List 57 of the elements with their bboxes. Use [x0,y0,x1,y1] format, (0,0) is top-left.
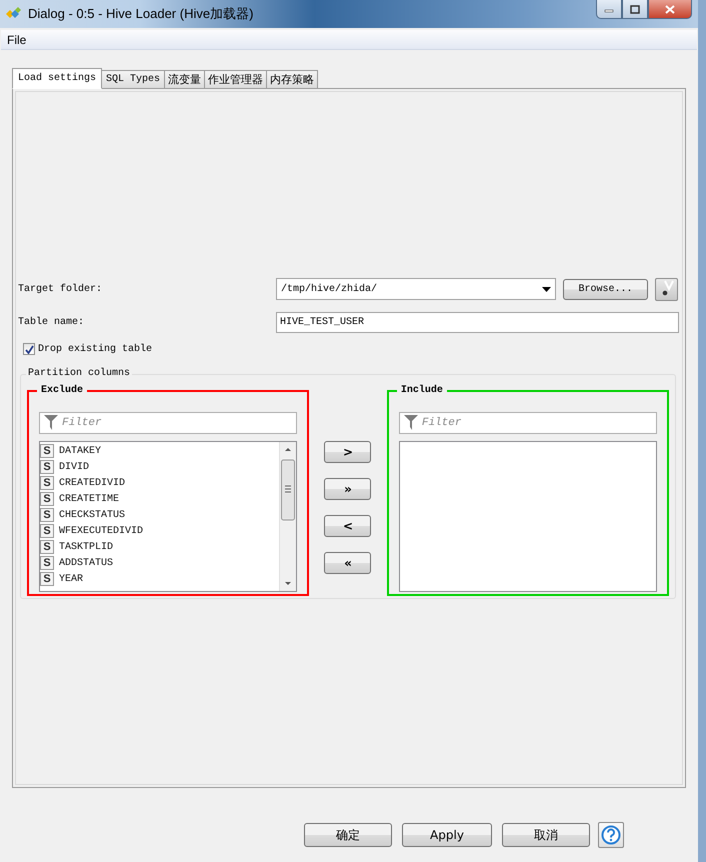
column-list[interactable]: S DATAKEY S DIVID S CREATEDIVID S CREATETIME S CHECKSTATUS S WFEXECUTEDIVID S TASKTPLID S ADDSTATUS S YEAR [39,441,298,592]
filter-field[interactable]: Filter [39,412,298,434]
checkbox[interactable] [23,343,35,355]
string-type-icon: S [40,540,54,554]
move-button[interactable]: > [324,441,372,463]
column-name[interactable]: YEAR [59,574,84,584]
filter-icon [404,415,418,430]
column-name[interactable]: DIVID [59,462,90,472]
dialog-button[interactable]: 确定 [304,823,392,847]
browse-button[interactable]: Browse... [563,278,648,300]
column-name[interactable]: TASKTPLID [59,542,114,552]
move-button[interactable]: « [324,552,372,574]
column-name[interactable]: CREATEDIVID [59,478,126,488]
help-icon [601,825,621,845]
column-name[interactable]: ADDSTATUS [59,558,114,568]
move-button[interactable]: < [324,515,372,537]
string-type-icon: S [40,524,54,538]
column-name[interactable]: DATAKEY [59,446,102,456]
filter-field[interactable]: Filter [398,412,657,434]
tab[interactable]: 流变量 [164,70,206,88]
variable-icon [662,280,676,296]
tab[interactable]: SQL Types [101,70,166,88]
app-icon [6,7,22,21]
table-name-field[interactable]: HIVE_TEST_USER [276,312,679,332]
column-name[interactable]: CREATETIME [59,494,120,504]
close-icon [665,4,675,14]
string-type-icon: S [40,572,54,586]
dropdown-arrow-icon [542,286,551,292]
folder-dropdown[interactable]: /tmp/hive/zhida/ [276,278,556,300]
field-label: Target folder: [18,284,104,294]
string-type-icon: S [40,444,54,458]
maximize-button[interactable] [622,0,648,19]
field-label: Table name: [18,316,86,328]
close-button[interactable] [648,0,692,19]
string-type-icon: S [40,508,54,522]
move-button[interactable]: » [324,478,372,500]
variable-button[interactable] [655,278,678,300]
string-type-icon: S [40,556,54,570]
tab[interactable]: Load settings [12,68,102,89]
string-type-icon: S [40,492,54,506]
minimize-button[interactable] [596,0,622,19]
window-title: Dialog - 0:5 - Hive Loader (Hive加载器) [28,5,254,23]
maximize-icon [630,4,640,14]
column-name[interactable]: CHECKSTATUS [59,510,126,520]
help-button[interactable] [598,822,624,848]
column-list[interactable] [398,441,657,592]
checkbox-label: Drop existing table [38,344,152,354]
filter-icon [44,415,58,430]
dialog-button[interactable]: Apply [402,823,492,847]
column-name[interactable]: WFEXECUTEDIVID [59,526,144,536]
menu-item[interactable]: File [7,32,26,46]
tab[interactable]: 内存策略 [266,70,318,88]
string-type-icon: S [40,460,54,474]
tab[interactable]: 作业管理器 [204,70,268,88]
string-type-icon: S [40,476,54,490]
scrollbar[interactable] [279,442,296,591]
dialog-button[interactable]: 取消 [502,823,590,847]
